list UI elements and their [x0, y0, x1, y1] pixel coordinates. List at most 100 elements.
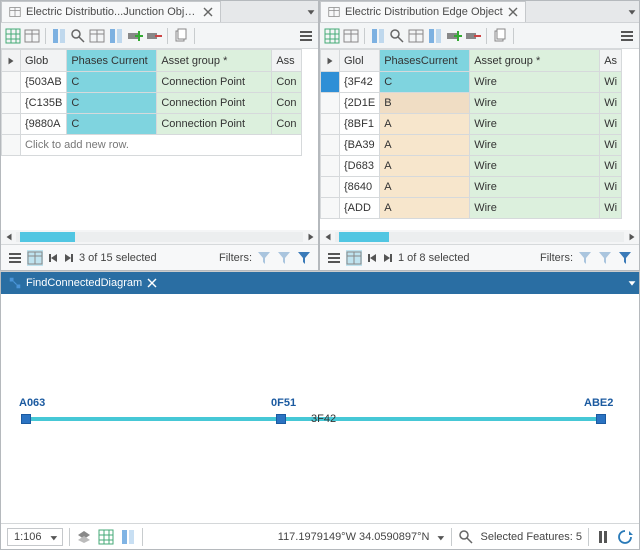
select-all[interactable] — [2, 50, 21, 72]
row-selector[interactable] — [321, 93, 340, 114]
diagram-canvas[interactable]: A063 0F51 ABE2 3F42 — [1, 294, 639, 523]
first-icon[interactable] — [366, 252, 378, 264]
hscroll[interactable] — [1, 230, 318, 244]
hscroll[interactable] — [320, 230, 639, 244]
node[interactable] — [596, 414, 606, 424]
cell-asset[interactable]: Wi — [600, 93, 622, 114]
table-row[interactable]: {9880ACConnection PointCon — [2, 114, 302, 135]
cell-phase[interactable]: A — [380, 114, 470, 135]
node[interactable] — [276, 414, 286, 424]
table-row[interactable]: {8640AWireWi — [321, 177, 622, 198]
cell-phase[interactable]: A — [380, 135, 470, 156]
cell-phase[interactable]: A — [380, 198, 470, 219]
cell-globalid[interactable]: {8BF1 — [340, 114, 380, 135]
cell-assetgroup[interactable]: Wire — [470, 156, 600, 177]
filter-3-icon[interactable] — [617, 250, 633, 266]
cell-globalid[interactable]: {503AB — [21, 72, 67, 93]
col-assetgroup[interactable]: Asset group * — [470, 50, 600, 72]
row-selector[interactable] — [2, 72, 21, 93]
cell-assetgroup[interactable]: Wire — [470, 177, 600, 198]
cell-assetgroup[interactable]: Wire — [470, 198, 600, 219]
tb-5-icon[interactable] — [89, 28, 105, 44]
tb-copy-icon[interactable] — [173, 28, 189, 44]
scroll-right-icon[interactable] — [626, 232, 637, 243]
pause-icon[interactable] — [595, 529, 611, 545]
tb-search-icon[interactable] — [389, 28, 405, 44]
cell-globalid[interactable]: {C135B — [21, 93, 67, 114]
tb-col-icon[interactable] — [370, 28, 386, 44]
cell-phase[interactable]: C — [380, 72, 470, 93]
table-row[interactable]: {2D1EBWireWi — [321, 93, 622, 114]
tabs-dropdown-icon[interactable] — [625, 1, 639, 22]
col-globalid[interactable]: Glol — [340, 50, 380, 72]
cell-globalid[interactable]: {8640 — [340, 177, 380, 198]
scroll-left-icon[interactable] — [322, 232, 333, 243]
scroll-left-icon[interactable] — [3, 232, 14, 243]
tabs-dropdown-icon[interactable] — [304, 1, 318, 22]
node[interactable] — [21, 414, 31, 424]
table-row[interactable]: {D683AWireWi — [321, 156, 622, 177]
add-row[interactable]: Click to add new row. — [2, 135, 302, 156]
table-row[interactable]: {503ABCConnection PointCon — [2, 72, 302, 93]
row-selector[interactable] — [321, 72, 340, 93]
cell-assetgroup[interactable]: Connection Point — [157, 114, 272, 135]
view-all-icon[interactable] — [326, 250, 342, 266]
first-icon[interactable] — [47, 252, 59, 264]
row-selector[interactable] — [321, 114, 340, 135]
last-icon[interactable] — [382, 252, 394, 264]
edge-grid[interactable]: Glol PhasesCurrent Asset group * As {3F4… — [320, 49, 639, 219]
table-row[interactable]: {3F42CWireWi — [321, 72, 622, 93]
col-phases[interactable]: Phases Current — [67, 50, 157, 72]
tb-2-icon[interactable] — [24, 28, 40, 44]
cell-asset[interactable]: Wi — [600, 198, 622, 219]
col-asset[interactable]: As — [600, 50, 622, 72]
tb-col-icon[interactable] — [51, 28, 67, 44]
junction-grid[interactable]: Glob Phases Current Asset group * Ass {5… — [1, 49, 318, 156]
view-selected-icon[interactable] — [346, 250, 362, 266]
cell-asset[interactable]: Wi — [600, 156, 622, 177]
cell-asset[interactable]: Wi — [600, 177, 622, 198]
refresh-icon[interactable] — [617, 529, 633, 545]
cell-globalid[interactable]: {3F42 — [340, 72, 380, 93]
row-selector[interactable] — [321, 177, 340, 198]
cell-globalid[interactable]: {BA39 — [340, 135, 380, 156]
tb-rowadd-icon[interactable] — [446, 28, 462, 44]
tb-6-icon[interactable] — [108, 28, 124, 44]
tb-rowdel-icon[interactable] — [465, 28, 481, 44]
col-phases[interactable]: PhasesCurrent — [380, 50, 470, 72]
cell-phase[interactable]: C — [67, 93, 157, 114]
filter-2-icon[interactable] — [597, 250, 613, 266]
cell-phase[interactable]: B — [380, 93, 470, 114]
cell-globalid[interactable]: {D683 — [340, 156, 380, 177]
col-globalid[interactable]: Glob — [21, 50, 67, 72]
tab-edge[interactable]: Electric Distribution Edge Object — [320, 1, 526, 22]
filter-1-icon[interactable] — [256, 250, 272, 266]
tab-junction[interactable]: Electric Distributio...Junction Object — [1, 1, 221, 22]
select-all[interactable] — [321, 50, 340, 72]
cell-assetgroup[interactable]: Wire — [470, 135, 600, 156]
table-row[interactable]: {8BF1AWireWi — [321, 114, 622, 135]
cell-globalid[interactable]: {2D1E — [340, 93, 380, 114]
view-all-icon[interactable] — [7, 250, 23, 266]
cell-globalid[interactable]: {9880A — [21, 114, 67, 135]
cell-asset[interactable]: Wi — [600, 114, 622, 135]
last-icon[interactable] — [63, 252, 75, 264]
edge[interactable] — [26, 417, 281, 421]
row-selector[interactable] — [321, 156, 340, 177]
tabs-dropdown-icon[interactable] — [625, 272, 639, 294]
tb-search-icon[interactable] — [70, 28, 86, 44]
table-row[interactable]: {C135BCConnection PointCon — [2, 93, 302, 114]
table-row[interactable]: {BA39AWireWi — [321, 135, 622, 156]
cell-asset[interactable]: Con — [272, 114, 301, 135]
row-selector[interactable] — [2, 114, 21, 135]
tb-1-icon[interactable] — [5, 28, 21, 44]
tb-rowdel-icon[interactable] — [146, 28, 162, 44]
tb-2-icon[interactable] — [343, 28, 359, 44]
cell-phase[interactable]: C — [67, 114, 157, 135]
tb-menu-icon[interactable] — [298, 28, 314, 44]
tb-copy-icon[interactable] — [492, 28, 508, 44]
cell-assetgroup[interactable]: Wire — [470, 72, 600, 93]
scroll-right-icon[interactable] — [305, 232, 316, 243]
filter-2-icon[interactable] — [276, 250, 292, 266]
cell-phase[interactable]: A — [380, 177, 470, 198]
